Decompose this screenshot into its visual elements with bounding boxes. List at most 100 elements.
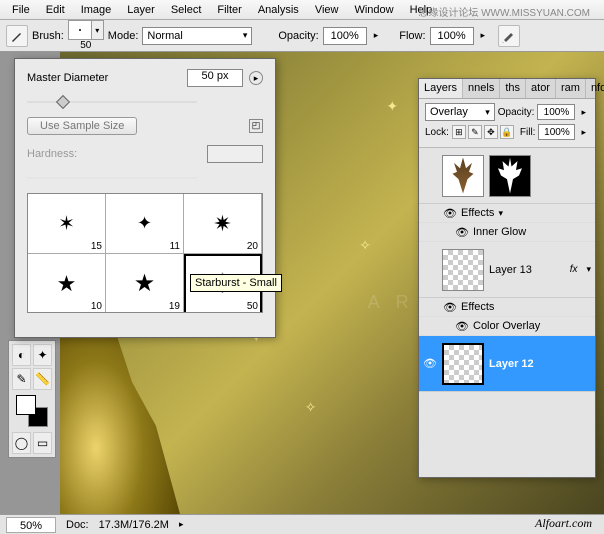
brush-cell[interactable]: ✦11 (106, 194, 184, 254)
screenmode-icon[interactable]: ▭ (33, 432, 52, 454)
effect-inner-glow[interactable]: 👁 Inner Glow (419, 223, 595, 242)
color-swatch[interactable] (16, 395, 48, 427)
diameter-slider[interactable] (27, 95, 197, 109)
fill-slider-arrow[interactable]: ▸ (578, 127, 589, 138)
visibility-icon[interactable]: 👁 (443, 300, 457, 314)
menu-select[interactable]: Select (163, 2, 210, 18)
menu-file[interactable]: File (4, 2, 38, 18)
visibility-icon[interactable]: 👁 (455, 225, 469, 239)
brush-dropdown-arrow[interactable]: ▾ (92, 20, 104, 40)
layer-row-13[interactable]: Layer 13 fx ▾ (419, 242, 595, 298)
blend-mode-select[interactable]: Overlay▾ (425, 103, 495, 121)
effect-color-overlay[interactable]: 👁 Color Overlay (419, 317, 595, 336)
opacity-arrow[interactable]: ▸ (371, 30, 382, 41)
status-bar: 50% Doc: 17.3M/176.2M ▸ (0, 514, 604, 534)
fill-input[interactable]: 100% (538, 124, 575, 140)
menu-window[interactable]: Window (346, 2, 401, 18)
fill-label: Fill: (520, 127, 536, 138)
foreground-color[interactable] (16, 395, 36, 415)
lock-transparency-icon[interactable]: ⊞ (452, 125, 466, 139)
tab-paths[interactable]: ths (500, 79, 526, 98)
alfoart-watermark: Alfoart.com (535, 516, 592, 531)
layer-thumb[interactable] (442, 155, 484, 197)
menu-layer[interactable]: Layer (119, 2, 163, 18)
hardness-input (207, 145, 263, 163)
menu-edit[interactable]: Edit (38, 2, 73, 18)
effects-row[interactable]: 👁 Effects (419, 298, 595, 317)
master-diameter-input[interactable]: 50 px (187, 69, 243, 87)
menu-view[interactable]: View (307, 2, 347, 18)
brush-cell[interactable]: ★10 (28, 254, 106, 313)
zoom-input[interactable]: 50% (6, 517, 56, 533)
use-sample-size-button[interactable]: Use Sample Size (27, 117, 137, 135)
menu-bar: File Edit Image Layer Select Filter Anal… (0, 0, 604, 20)
visibility-icon[interactable] (423, 169, 437, 183)
layers-opacity-input[interactable]: 100% (537, 104, 575, 120)
doc-flyout-icon[interactable]: ▸ (179, 519, 184, 530)
eyedropper-tool[interactable]: ✎ (12, 368, 31, 390)
brush-tooltip: Starburst - Small (190, 274, 282, 292)
opacity-slider-arrow[interactable]: ▸ (578, 107, 589, 118)
doc-label: Doc: (66, 519, 89, 531)
airbrush-icon[interactable] (498, 25, 520, 47)
lock-pixels-icon[interactable]: ✎ (468, 125, 482, 139)
visibility-icon[interactable] (423, 263, 437, 277)
blend-mode-value: Overlay (430, 106, 468, 118)
visibility-icon[interactable]: 👁 (423, 357, 437, 371)
panel-flyout-icon[interactable]: ▸ (249, 71, 263, 85)
tab-info[interactable]: nfo (586, 79, 604, 98)
menu-image[interactable]: Image (73, 2, 120, 18)
lasso-tool[interactable]: ◐ (12, 344, 31, 366)
brush-cell-size: 20 (247, 241, 258, 252)
options-bar: Brush: ▾ 50 Mode: Normal▾ Opacity: 100% … (0, 20, 604, 52)
tab-histogram[interactable]: ram (556, 79, 586, 98)
brush-preview[interactable] (68, 20, 92, 40)
layer-thumb[interactable] (442, 343, 484, 385)
visibility-icon[interactable]: 👁 (455, 319, 469, 333)
lock-position-icon[interactable]: ✥ (484, 125, 498, 139)
hardness-label: Hardness: (27, 148, 201, 160)
brush-cell-size: 10 (91, 301, 102, 312)
brush-cell-size: 50 (247, 301, 258, 312)
layer-row-tree[interactable] (419, 148, 595, 204)
brush-label: Brush: (32, 30, 64, 42)
tab-channels[interactable]: nnels (463, 79, 500, 98)
brush-cell[interactable]: ★19 (106, 254, 184, 313)
visibility-icon[interactable]: 👁 (443, 206, 457, 220)
layer-name: Layer 13 (489, 264, 532, 276)
flow-input[interactable]: 100% (430, 27, 474, 45)
collapse-icon[interactable]: ▾ (586, 264, 591, 275)
ruler-tool[interactable]: 📏 (33, 368, 52, 390)
brush-cell[interactable]: ✷20 (184, 194, 262, 254)
quickmask-icon[interactable]: ◯ (12, 432, 31, 454)
lock-all-icon[interactable]: 🔒 (500, 125, 514, 139)
sparkle-icon: ✧ (305, 399, 317, 416)
tab-navigator[interactable]: ator (526, 79, 556, 98)
sparkle-icon: ✦ (386, 98, 398, 115)
collapse-icon[interactable]: ▾ (498, 208, 503, 219)
opacity-label: Opacity: (278, 30, 318, 42)
mode-select[interactable]: Normal▾ (142, 27, 252, 45)
panel-tabs: Layers nnels ths ator ram nfo (419, 79, 595, 99)
fx-badge[interactable]: fx (570, 264, 582, 275)
brush-tool-icon[interactable] (6, 25, 28, 47)
brush-cell[interactable]: ✶15 (28, 194, 106, 254)
menu-analysis[interactable]: Analysis (250, 2, 307, 18)
effect-label: Color Overlay (473, 320, 540, 332)
effects-row[interactable]: 👁 Effects ▾ (419, 204, 595, 223)
flow-arrow[interactable]: ▸ (478, 30, 489, 41)
opacity-input[interactable]: 100% (323, 27, 367, 45)
menu-filter[interactable]: Filter (209, 2, 249, 18)
brush-cell-size: 19 (169, 301, 180, 312)
brush-cell-size: 11 (170, 241, 180, 252)
layer-row-12-selected[interactable]: 👁 Layer 12 (419, 336, 595, 392)
mode-label: Mode: (108, 30, 139, 42)
mode-value: Normal (147, 30, 182, 42)
new-preset-icon[interactable]: ◰ (249, 119, 263, 133)
tab-layers[interactable]: Layers (419, 79, 463, 98)
flow-label: Flow: (399, 30, 425, 42)
layer-thumb[interactable] (442, 249, 484, 291)
master-diameter-label: Master Diameter (27, 72, 181, 84)
wand-tool[interactable]: ✦ (33, 344, 52, 366)
layer-mask-thumb[interactable] (489, 155, 531, 197)
